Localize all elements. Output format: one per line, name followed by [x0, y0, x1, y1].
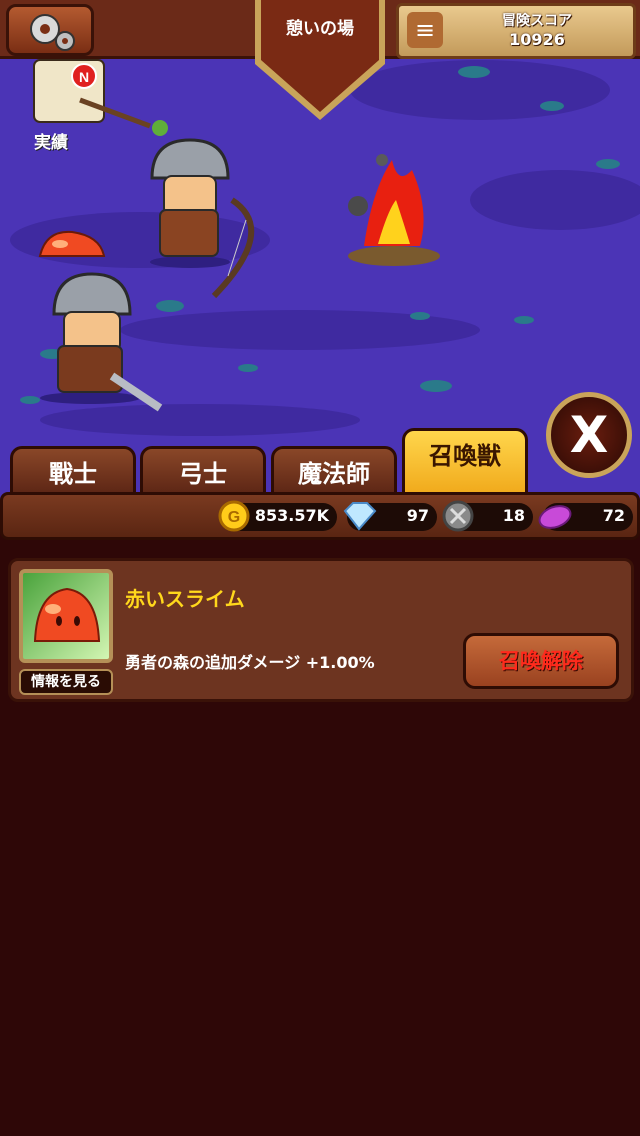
diamond-value: 97: [406, 506, 429, 525]
summon-card: 情報を見る 赤いスライム 勇者の森の追加ダメージ +1.00% 召喚解除: [8, 558, 634, 702]
unsummon-button[interactable]: 召喚解除: [463, 633, 619, 689]
gem-value: 72: [602, 506, 625, 525]
score-value: 10926: [509, 30, 565, 49]
archer-character: [150, 138, 255, 299]
tab-summon[interactable]: 召喚獣: [402, 428, 528, 496]
gear-icon: [30, 14, 75, 51]
gem-counter: 72: [538, 503, 633, 531]
ground-patch: [470, 170, 640, 230]
tab-mage[interactable]: 魔法師: [271, 446, 397, 496]
close-icon: X: [569, 406, 609, 464]
emblem-counter: 18: [442, 500, 533, 532]
gold-value: 853.57K: [254, 506, 329, 525]
diamond-icon: [343, 502, 377, 531]
location-title: 憩いの場: [286, 19, 354, 39]
svg-text:G: G: [228, 509, 240, 526]
location-banner: 憩いの場: [253, 0, 387, 122]
currency-bar: G 853.57K 97 18 72: [0, 492, 640, 540]
tab-warrior[interactable]: 戰士: [10, 446, 136, 496]
menu-button[interactable]: ≡: [407, 12, 443, 48]
close-button[interactable]: X: [546, 392, 632, 478]
tab-archer[interactable]: 弓士: [140, 446, 266, 496]
hamburger-icon: ≡: [414, 16, 436, 44]
emblem-value: 18: [502, 506, 525, 525]
red-slime-icon: [33, 587, 101, 642]
ground-patch: [40, 404, 360, 436]
score-panel: ≡ 冒険スコア 10926: [396, 3, 636, 59]
view-info-button[interactable]: 情報を見る: [19, 669, 113, 695]
achievement-character[interactable]: [33, 59, 168, 136]
settings-button[interactable]: [6, 4, 94, 56]
warrior-character: [40, 272, 163, 412]
purple-gem-icon: [538, 505, 572, 529]
summon-description: 勇者の森の追加ダメージ +1.00%: [125, 653, 375, 672]
gold-coin-icon: G: [218, 500, 250, 532]
campfire: [348, 154, 440, 266]
diamond-counter: 97: [343, 502, 437, 531]
gold-counter: G 853.57K: [218, 500, 337, 532]
summon-name: 赤いスライム: [125, 587, 245, 611]
score-label: 冒険スコア: [502, 13, 572, 29]
shield-emblem-icon: [442, 500, 474, 532]
achievement-badge: N: [79, 69, 89, 85]
slime-portrait: [19, 569, 113, 663]
achievement-label: 実績: [34, 133, 68, 153]
